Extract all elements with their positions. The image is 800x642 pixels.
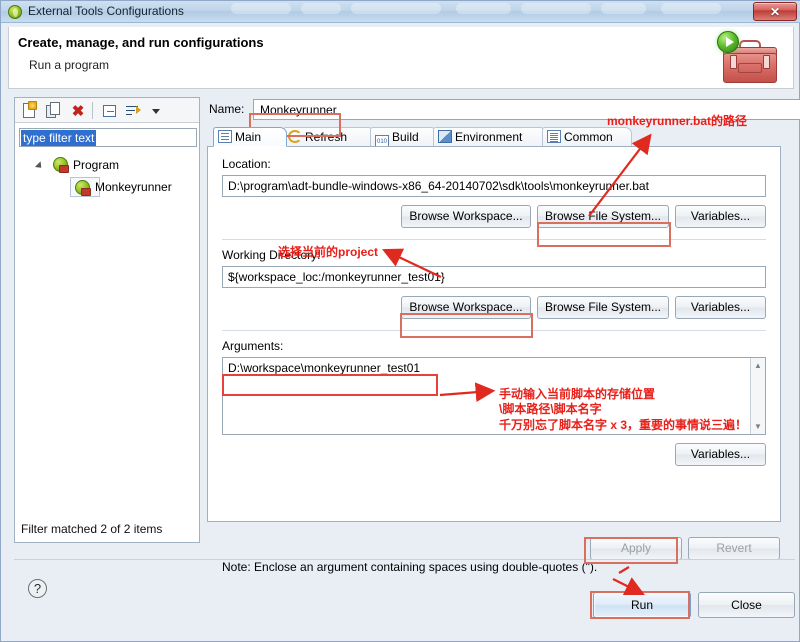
apply-button[interactable]: Apply	[590, 537, 682, 560]
toolbar-divider	[92, 102, 93, 119]
window-title: External Tools Configurations	[28, 4, 184, 18]
footer-divider	[14, 559, 795, 560]
filter-input-value: type filter text	[21, 130, 97, 146]
external-tools-configurations-dialog: External Tools Configurations ✕ Create, …	[0, 0, 800, 642]
filter-button[interactable]	[125, 102, 143, 120]
working-directory-label: Working Directory:	[222, 248, 321, 262]
location-browse-workspace-button[interactable]: Browse Workspace...	[401, 205, 531, 228]
workdir-browse-workspace-button[interactable]: Browse Workspace...	[401, 296, 531, 319]
eclipse-globe-icon	[8, 5, 22, 19]
tab-common[interactable]: Common	[542, 127, 632, 147]
collapse-all-icon	[103, 105, 116, 117]
workdir-variables-button[interactable]: Variables...	[675, 296, 766, 319]
group-divider	[222, 330, 766, 331]
tab-main[interactable]: Main	[213, 127, 287, 147]
revert-button[interactable]: Revert	[688, 537, 780, 560]
working-directory-input-value: ${workspace_loc:/monkeyrunner_test01}	[228, 270, 445, 284]
tab-label: Main	[235, 130, 262, 144]
location-browse-file-system-button[interactable]: Browse File System...	[537, 205, 669, 228]
dialog-body: ✖ type filter text Program Monkeyrunner …	[8, 89, 800, 635]
filter-input[interactable]: type filter text	[19, 128, 197, 147]
group-divider	[222, 239, 766, 240]
chevron-down-icon	[152, 109, 160, 114]
title-bar: External Tools Configurations ✕	[1, 1, 800, 23]
tab-build[interactable]: 010 Build	[370, 127, 438, 148]
configurations-toolbar: ✖	[15, 98, 199, 123]
close-button[interactable]: ✕	[753, 2, 797, 21]
location-input[interactable]: D:\program\adt-bundle-windows-x86_64-201…	[222, 175, 766, 197]
scroll-up-arrow-icon[interactable]: ▲	[754, 361, 762, 370]
dialog-header: Create, manage, and run configurations R…	[8, 27, 794, 89]
page-title: Create, manage, and run configurations	[18, 35, 264, 50]
arguments-note: Note: Enclose an argument containing spa…	[222, 560, 598, 574]
view-menu-button[interactable]	[147, 102, 165, 120]
run-button[interactable]: Run	[593, 592, 691, 618]
play-badge-icon	[717, 31, 739, 53]
working-directory-input[interactable]: ${workspace_loc:/monkeyrunner_test01}	[222, 266, 766, 288]
close-icon: ✕	[769, 4, 781, 19]
tree-item-monkeyrunner[interactable]: Monkeyrunner	[15, 176, 199, 198]
tab-label: Build	[392, 130, 419, 144]
arguments-textarea[interactable]: D:\workspace\monkeyrunner_test01 ▲ ▼	[222, 357, 766, 435]
duplicate-configuration-button[interactable]	[45, 102, 63, 120]
tree-item-label: Monkeyrunner	[95, 180, 172, 194]
configurations-tree: Program Monkeyrunner	[15, 154, 199, 198]
tab-bar: Main Refresh 010 Build Environment Common	[207, 127, 781, 148]
location-variables-button[interactable]: Variables...	[675, 205, 766, 228]
expand-arrow-icon[interactable]	[34, 161, 45, 171]
arguments-variables-button[interactable]: Variables...	[675, 443, 766, 466]
main-page-icon	[218, 130, 232, 143]
tab-label: Refresh	[305, 130, 348, 144]
tree-item-label: Program	[73, 158, 120, 172]
page-subtitle: Run a program	[29, 58, 110, 72]
workdir-browse-file-system-button[interactable]: Browse File System...	[537, 296, 669, 319]
tree-item-selection-box: Monkeyrunner	[70, 177, 172, 197]
tab-label: Common	[564, 130, 613, 144]
location-label: Location:	[222, 157, 271, 171]
close-dialog-button[interactable]: Close	[698, 592, 795, 618]
help-icon[interactable]: ?	[28, 579, 47, 598]
arguments-label: Arguments:	[222, 339, 284, 353]
name-label: Name:	[209, 102, 245, 116]
collapse-all-button[interactable]	[101, 102, 119, 120]
sort-filter-icon	[126, 104, 141, 118]
new-document-icon	[23, 101, 37, 118]
filter-status-text: Filter matched 2 of 2 items	[21, 522, 163, 536]
arguments-scrollbar[interactable]: ▲ ▼	[750, 358, 765, 434]
tab-environment[interactable]: Environment	[433, 127, 547, 147]
tab-refresh[interactable]: Refresh	[283, 127, 375, 147]
name-input[interactable]: Monkeyrunner	[253, 99, 800, 120]
launch-config-icon	[75, 180, 91, 196]
toolbox-with-play-badge-icon	[711, 31, 779, 87]
configuration-editor: Name: Monkeyrunner Main Refresh 010 Build…	[207, 97, 800, 574]
tree-item-program[interactable]: Program	[15, 154, 199, 176]
new-configuration-button[interactable]	[21, 101, 39, 120]
environment-icon	[438, 130, 452, 143]
refresh-icon	[288, 130, 302, 143]
name-input-value: Monkeyrunner	[260, 103, 337, 117]
tab-panel-main: Location: D:\program\adt-bundle-windows-…	[207, 146, 781, 574]
configurations-panel: ✖ type filter text Program Monkeyrunner …	[14, 97, 200, 543]
location-input-value: D:\program\adt-bundle-windows-x86_64-201…	[228, 179, 649, 193]
tab-label: Environment	[455, 130, 523, 144]
arguments-textarea-value: D:\workspace\monkeyrunner_test01	[228, 361, 421, 375]
common-list-icon	[547, 130, 561, 143]
delete-configuration-button[interactable]: ✖	[69, 102, 87, 120]
scroll-down-arrow-icon[interactable]: ▼	[754, 422, 762, 431]
program-type-icon	[53, 157, 69, 173]
red-x-icon: ✖	[71, 103, 85, 120]
